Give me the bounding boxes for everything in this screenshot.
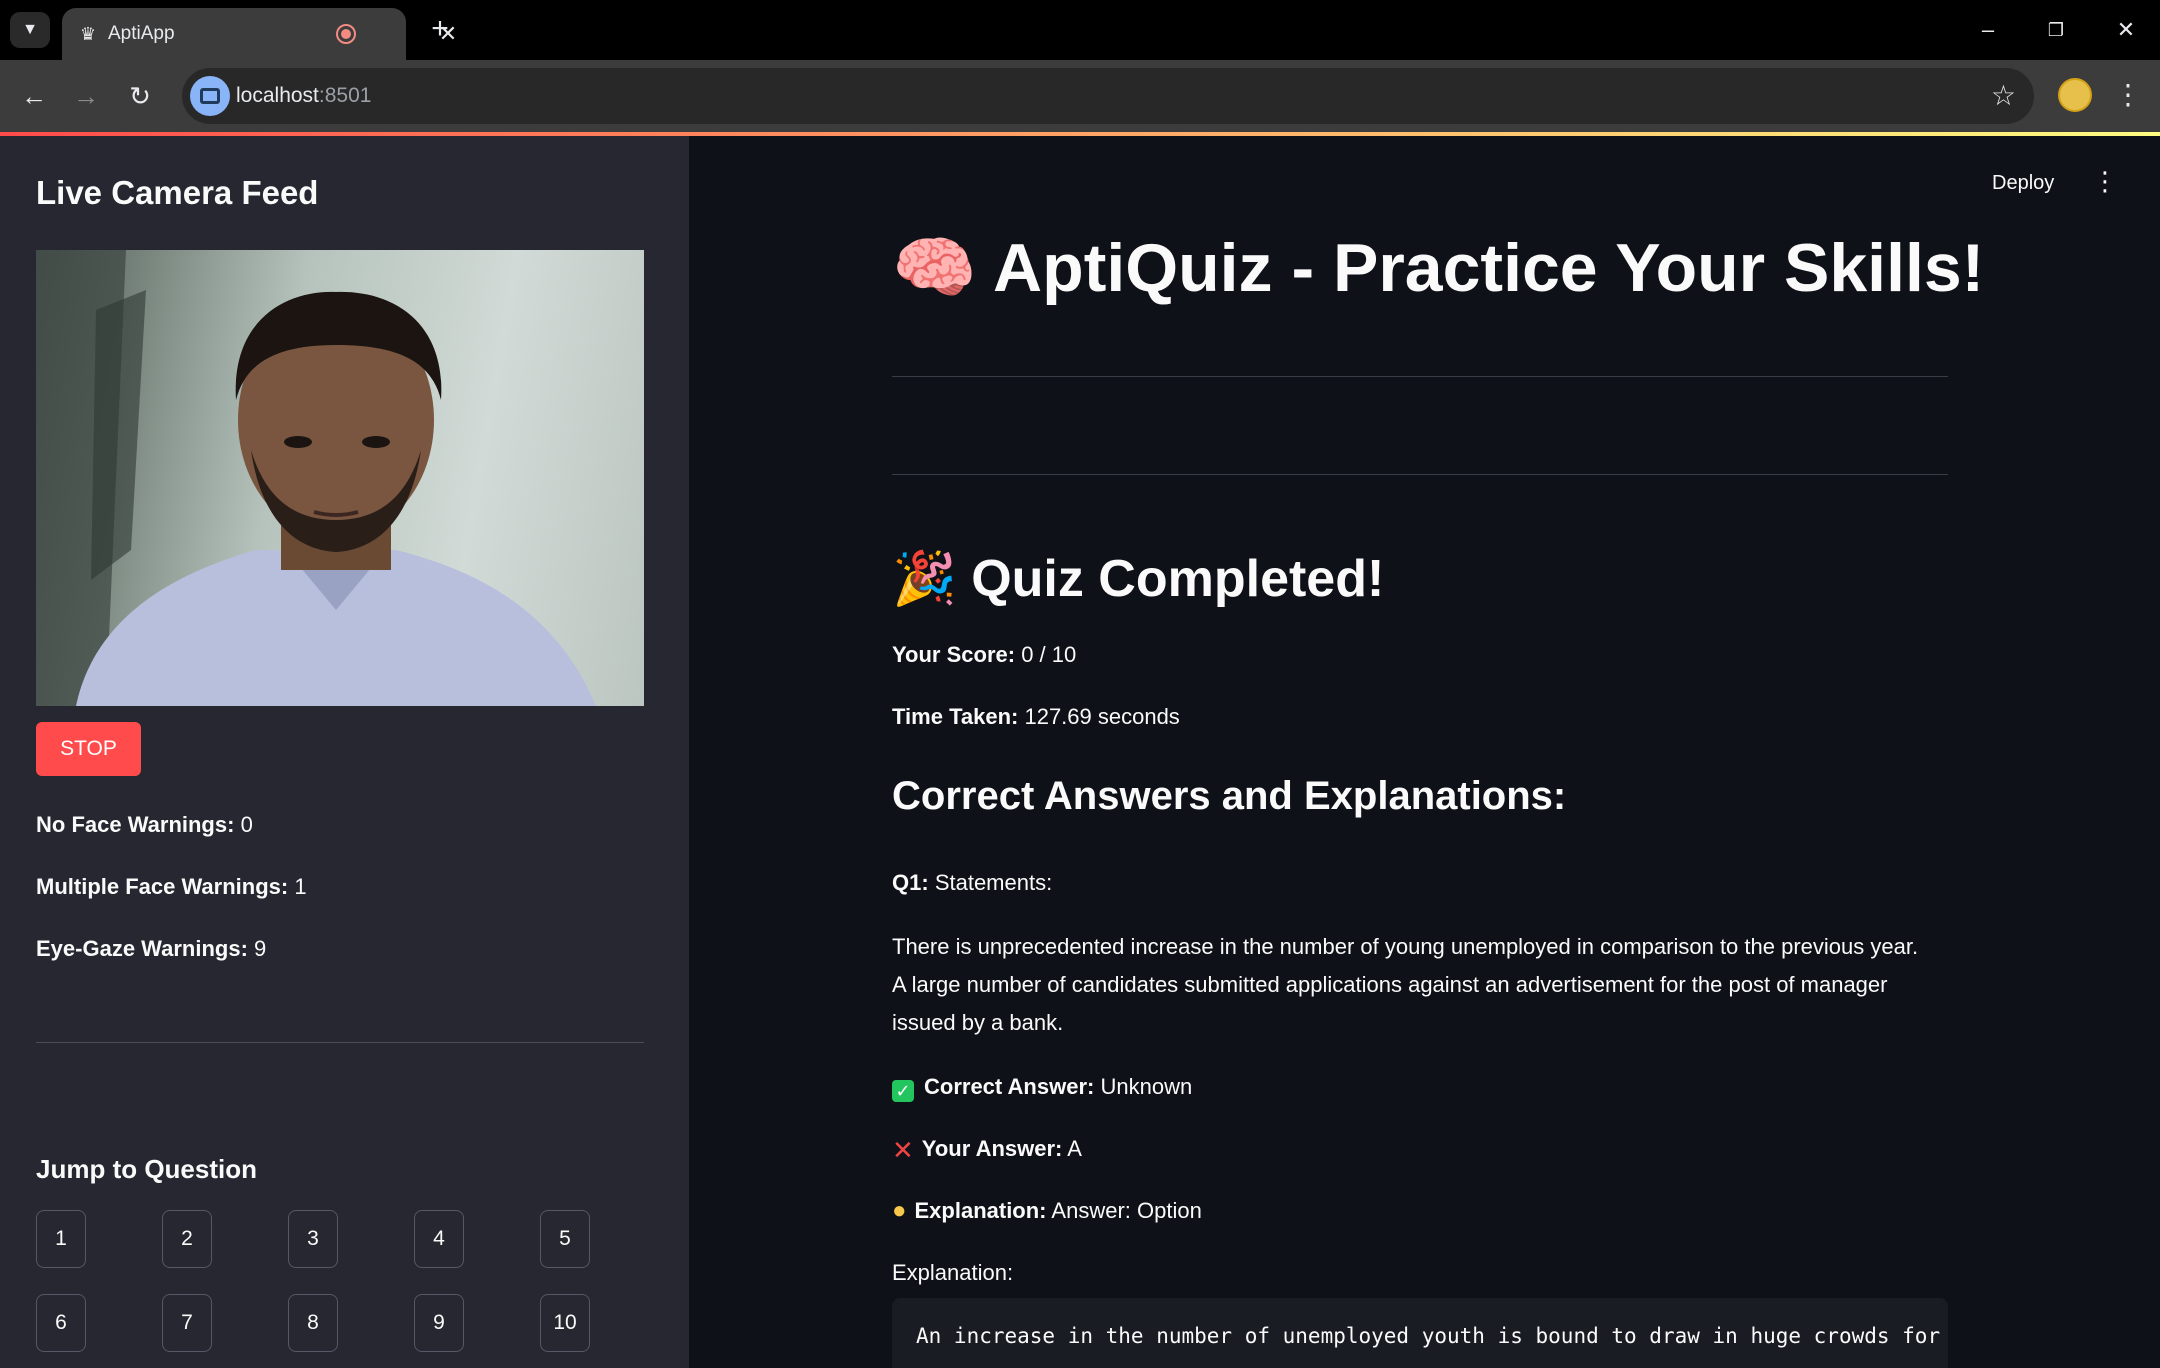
question-button-8[interactable]: 8	[288, 1294, 338, 1352]
question-button-4[interactable]: 4	[414, 1210, 464, 1268]
statement-line-2: A large number of candidates submitted a…	[892, 972, 1888, 997]
correct-answer-text: ✓ Correct Answer: Unknown	[892, 1068, 1192, 1106]
sidebar-title: Live Camera Feed	[36, 174, 319, 211]
score-text: Your Score: 0 / 10	[892, 642, 1077, 667]
statement-line-3: issued by a bank.	[892, 1010, 1064, 1035]
back-arrow-icon[interactable]: ←	[16, 78, 52, 114]
quiz-completed-heading: 🎉 Quiz Completed!	[892, 550, 1385, 608]
tab-search-button[interactable]: ▼	[10, 12, 50, 48]
browser-toolbar: ← → ↻ localhost:8501 ☆ ⋮	[0, 60, 2160, 132]
explanation-text: ● Explanation: Answer: Option	[892, 1192, 1202, 1230]
your-answer-text: ✕ Your Answer: A	[892, 1130, 1082, 1169]
sidebar-divider	[36, 1042, 644, 1043]
question-button-5[interactable]: 5	[540, 1210, 590, 1268]
explanation-heading: Explanation:	[892, 1260, 1014, 1285]
check-mark-icon: ✓	[892, 1080, 914, 1102]
answers-heading: Correct Answers and Explanations:	[892, 774, 1567, 818]
sidebar: Live Camera Feed STOP No Face Warnings: …	[0, 136, 689, 1368]
app-viewport: Live Camera Feed STOP No Face Warnings: …	[0, 132, 2160, 1368]
light-bulb-icon: ●	[892, 1197, 907, 1224]
divider-1	[892, 376, 1948, 377]
reload-icon[interactable]: ↻	[122, 78, 158, 114]
bookmark-star-icon[interactable]: ☆	[1991, 80, 2016, 112]
question-button-3[interactable]: 3	[288, 1210, 338, 1268]
question-button-2[interactable]: 2	[162, 1210, 212, 1268]
question-button-1[interactable]: 1	[36, 1210, 86, 1268]
recording-indicator-icon	[336, 24, 356, 44]
question-button-9[interactable]: 9	[414, 1294, 464, 1352]
restore-icon[interactable]: ❐	[2036, 14, 2076, 46]
cross-mark-icon: ✕	[892, 1135, 914, 1165]
question-1-label: Q1: Statements:	[892, 870, 1053, 895]
camera-access-icon[interactable]	[190, 76, 230, 116]
camera-feed-video	[36, 250, 644, 706]
eye-gaze-warnings: Eye-Gaze Warnings: 9	[36, 936, 267, 961]
multiple-face-warnings: Multiple Face Warnings: 1	[36, 874, 307, 899]
browser-tab[interactable]: ♛ AptiApp ✕	[62, 8, 457, 60]
no-face-warnings: No Face Warnings: 0	[36, 812, 253, 837]
address-bar[interactable]: localhost:8501 ☆	[182, 68, 2034, 124]
time-taken-text: Time Taken: 127.69 seconds	[892, 704, 1180, 729]
browser-tab-bar: ▼ ♛ AptiApp ✕ + – ❐ ✕	[0, 0, 2160, 60]
close-window-icon[interactable]: ✕	[2106, 14, 2146, 46]
forward-arrow-icon[interactable]: →	[68, 78, 104, 114]
chevron-down-icon: ▼	[22, 21, 38, 38]
question-button-6[interactable]: 6	[36, 1294, 86, 1352]
brain-icon: 🧠	[892, 230, 977, 306]
jump-to-question-title: Jump to Question	[36, 1154, 257, 1184]
person-video-frame	[36, 250, 596, 706]
stop-camera-button[interactable]: STOP	[36, 722, 141, 776]
statement-line-1: There is unprecedented increase in the n…	[892, 934, 1919, 959]
explanation-code-block: An increase in the number of unemployed …	[892, 1298, 1948, 1368]
crown-favicon-icon: ♛	[79, 24, 97, 44]
new-tab-button[interactable]: +	[424, 14, 456, 46]
explanation-code-text: An increase in the number of unemployed …	[916, 1324, 1941, 1348]
question-button-10[interactable]: 10	[540, 1294, 590, 1352]
profile-avatar[interactable]	[2058, 78, 2092, 112]
browser-menu-icon[interactable]: ⋮	[2114, 78, 2142, 114]
page-title: 🧠 AptiQuiz - Practice Your Skills!	[892, 230, 1985, 306]
question-button-7[interactable]: 7	[162, 1294, 212, 1352]
divider-2	[892, 474, 1948, 475]
tab-title: AptiApp	[108, 23, 175, 44]
deploy-button[interactable]: Deploy	[1992, 172, 2054, 195]
main-menu-icon[interactable]: ⋮	[2092, 166, 2118, 198]
url-text: localhost:8501	[236, 84, 372, 107]
party-popper-icon: 🎉	[892, 550, 957, 608]
minimize-icon[interactable]: –	[1968, 14, 2008, 46]
